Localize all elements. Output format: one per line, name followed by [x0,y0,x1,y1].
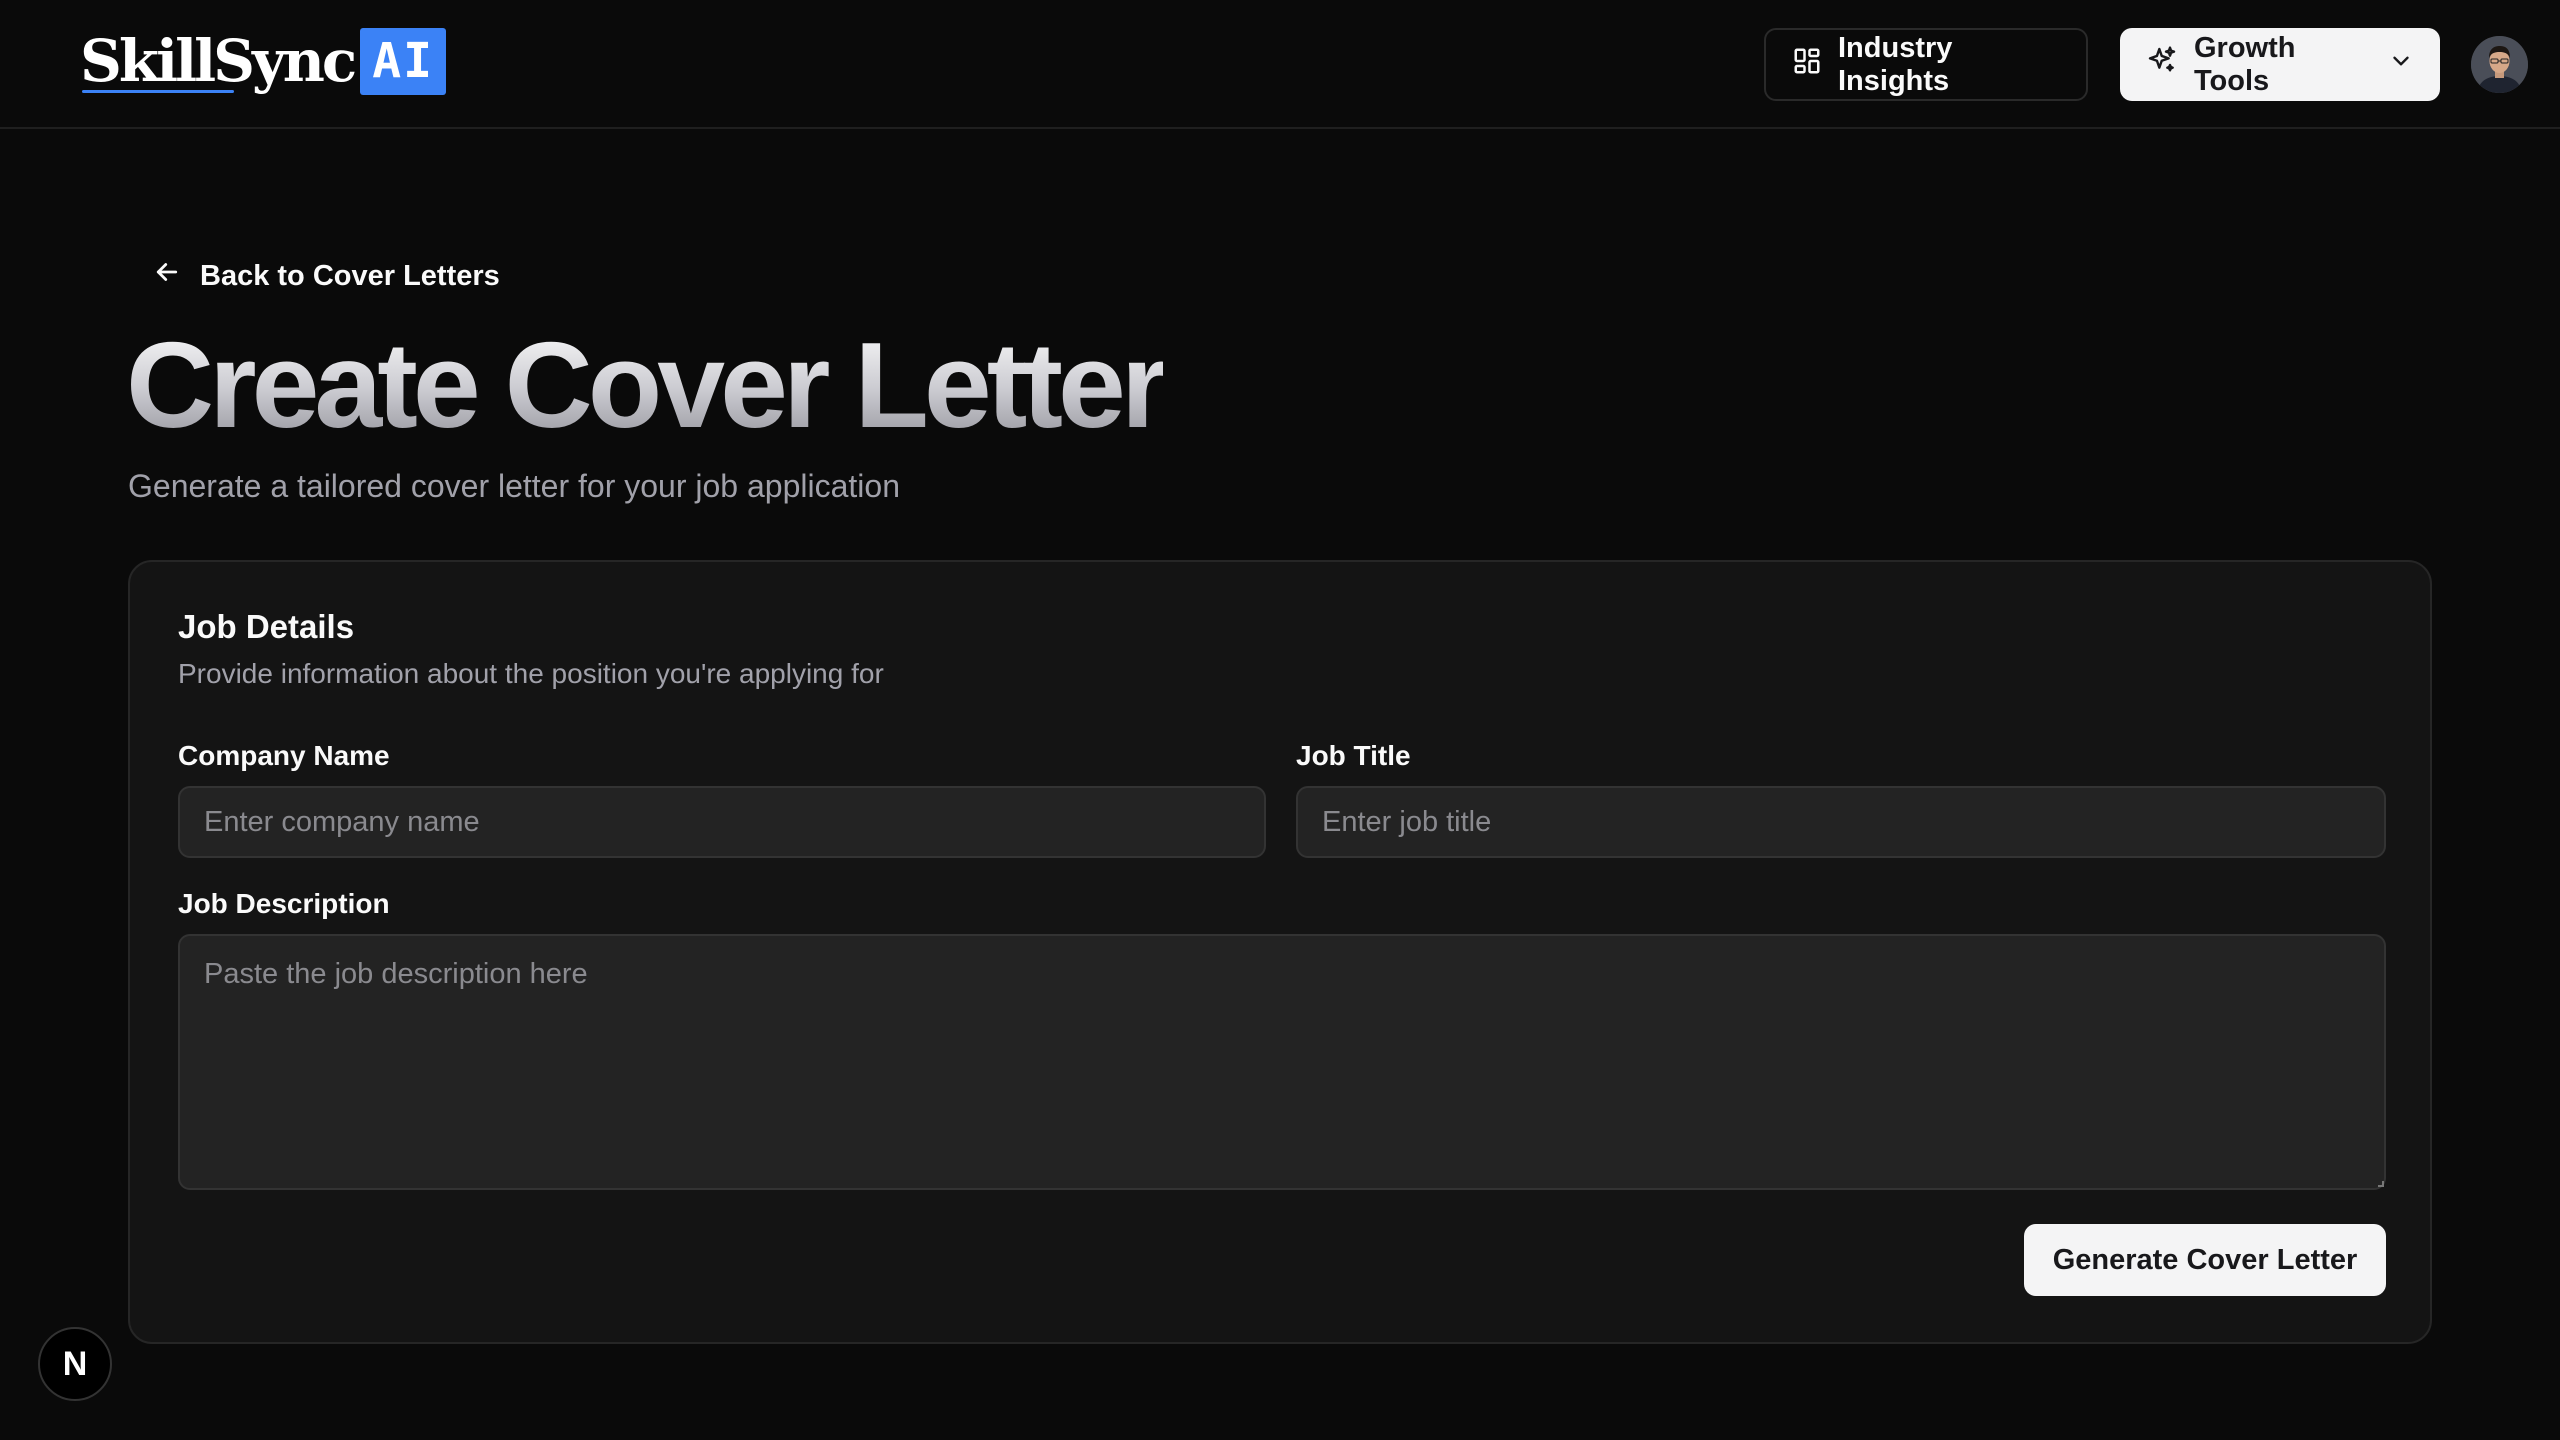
page-subtitle: Generate a tailored cover letter for you… [128,468,900,504]
page-title: Create Cover Letter [126,317,1168,453]
dashboard-grid-icon [1792,46,1822,84]
textarea-resize-handle[interactable] [2378,1181,2384,1187]
company-name-input[interactable] [178,786,1266,858]
job-description-label: Job Description [178,888,390,919]
logo-underline [82,90,234,93]
skillsync-logo[interactable]: SkillSync AI [80,26,447,96]
back-link-label: Back to Cover Letters [200,259,500,292]
growth-tools-dropdown[interactable]: Growth Tools [2120,28,2440,101]
back-to-cover-letters-link[interactable]: Back to Cover Letters [152,256,500,296]
industry-insights-label: Industry Insights [1838,31,1953,97]
card-description: Provide information about the position y… [178,658,884,689]
sparkles-icon [2146,45,2178,85]
industry-insights-button[interactable]: Industry Insights [1764,28,2088,101]
arrow-left-icon [152,257,182,295]
card-title: Job Details [178,608,355,645]
top-navbar: SkillSync AI Industry Insights Growth To… [0,0,2560,129]
job-title-input[interactable] [1296,786,2386,858]
job-title-label: Job Title [1296,740,1411,771]
logo-text: SkillSync [80,27,357,95]
generate-cover-letter-button[interactable]: Generate Cover Letter [2024,1224,2386,1296]
nextjs-dev-indicator-icon[interactable]: N [38,1327,112,1401]
job-details-card: Job Details Provide information about th… [128,560,2432,1344]
user-avatar[interactable] [2471,36,2528,93]
chevron-down-icon [2388,48,2414,82]
dev-badge-letter: N [62,1344,88,1383]
growth-tools-label: Growth Tools [2194,31,2296,97]
job-description-textarea[interactable] [178,934,2386,1190]
company-name-label: Company Name [178,740,390,771]
logo-ai-badge: AI [360,27,447,95]
